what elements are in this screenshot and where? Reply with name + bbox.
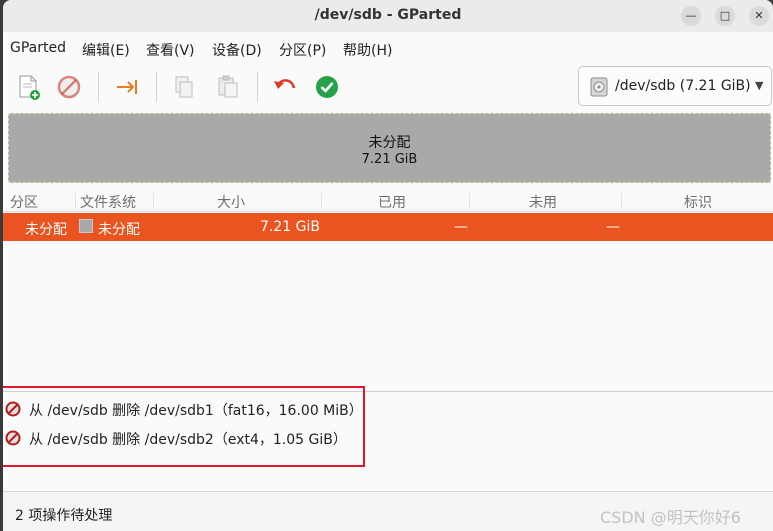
- column-unused[interactable]: 未用: [529, 192, 557, 212]
- minimize-button[interactable]: —: [681, 6, 701, 26]
- copy-icon: [175, 76, 193, 98]
- column-separator: [469, 193, 470, 209]
- chevron-down-icon: ▼: [755, 79, 764, 92]
- new-document-icon: [19, 75, 40, 100]
- paste-icon: [218, 75, 238, 98]
- menu-bar: GParted 编辑(E) 查看(V) 设备(D) 分区(P) 帮助(H): [3, 32, 773, 62]
- title-bar: /dev/sdb - GParted — □ ✕: [3, 0, 773, 32]
- partition-table-header: 分区 文件系统 大小 已用 未用 标识: [3, 190, 773, 212]
- toolbar-separator: [98, 72, 99, 102]
- cell-partition: 未分配: [25, 222, 67, 238]
- gparted-window: /dev/sdb - GParted — □ ✕ GParted 编辑(E) 查…: [3, 0, 773, 531]
- toolbar: /dev/sdb (7.21 GiB) ▼: [3, 62, 773, 110]
- paste-button[interactable]: [213, 72, 243, 102]
- new-partition-button[interactable]: [13, 72, 43, 102]
- device-selector[interactable]: /dev/sdb (7.21 GiB) ▼: [578, 66, 772, 106]
- delete-icon: [5, 401, 21, 417]
- delete-icon: [5, 430, 21, 446]
- operation-label: 从 /dev/sdb 删除 /dev/sdb2（ext4，1.05 GiB）: [29, 432, 347, 448]
- column-filesystem[interactable]: 文件系统: [80, 192, 136, 212]
- device-selector-label: /dev/sdb (7.21 GiB): [615, 78, 751, 94]
- column-size[interactable]: 大小: [217, 192, 245, 212]
- undo-icon: [274, 79, 296, 89]
- partition-graph-label: 未分配: [368, 135, 411, 151]
- column-partition[interactable]: 分区: [10, 192, 38, 212]
- maximize-button[interactable]: □: [715, 6, 735, 26]
- apply-button[interactable]: [312, 72, 342, 102]
- pending-operations-count: 2 项操作待处理: [15, 508, 113, 524]
- column-used[interactable]: 已用: [378, 192, 406, 212]
- table-row[interactable]: 未分配 未分配 7.21 GiB — —: [3, 213, 773, 241]
- menu-gparted[interactable]: GParted: [10, 40, 66, 56]
- menu-view[interactable]: 查看(V): [146, 40, 195, 60]
- status-bar: 2 项操作待处理 CSDN @明天你好6: [3, 491, 773, 531]
- resize-move-button[interactable]: [112, 72, 142, 102]
- delete-icon: [57, 75, 81, 99]
- column-separator: [75, 193, 76, 209]
- hard-disk-icon: [590, 77, 608, 97]
- delete-partition-button[interactable]: [54, 72, 84, 102]
- column-separator: [321, 193, 322, 209]
- window-title: /dev/sdb - GParted: [314, 7, 462, 23]
- copy-button[interactable]: [169, 72, 199, 102]
- pending-operations-list: 从 /dev/sdb 删除 /dev/sdb1（fat16，16.00 MiB）…: [3, 386, 773, 490]
- column-separator: [621, 193, 622, 209]
- column-flags[interactable]: 标识: [684, 192, 712, 212]
- toolbar-separator: [257, 72, 258, 102]
- filesystem-color-swatch: [79, 219, 93, 233]
- menu-partition[interactable]: 分区(P): [279, 40, 326, 60]
- column-separator: [153, 193, 154, 209]
- watermark: CSDN @明天你好6: [600, 508, 741, 527]
- toolbar-separator: [156, 72, 157, 102]
- highlight-annotation-box: [3, 386, 365, 467]
- undo-button[interactable]: [270, 72, 300, 102]
- close-button[interactable]: ✕: [749, 6, 769, 26]
- cell-unused: —: [606, 219, 620, 235]
- operation-label: 从 /dev/sdb 删除 /dev/sdb1（fat16，16.00 MiB）: [29, 403, 363, 419]
- apply-check-icon: [316, 76, 338, 98]
- partition-graph-size: 7.21 GiB: [361, 152, 418, 167]
- cell-size: 7.21 GiB: [260, 219, 320, 235]
- cell-used: —: [454, 219, 468, 235]
- partition-graph-unallocated[interactable]: 未分配 7.21 GiB: [8, 113, 771, 183]
- cell-filesystem: 未分配: [98, 222, 140, 238]
- menu-device[interactable]: 设备(D): [212, 40, 262, 60]
- resize-arrow-icon: [117, 80, 137, 94]
- menu-edit[interactable]: 编辑(E): [82, 40, 130, 60]
- menu-help[interactable]: 帮助(H): [343, 40, 392, 60]
